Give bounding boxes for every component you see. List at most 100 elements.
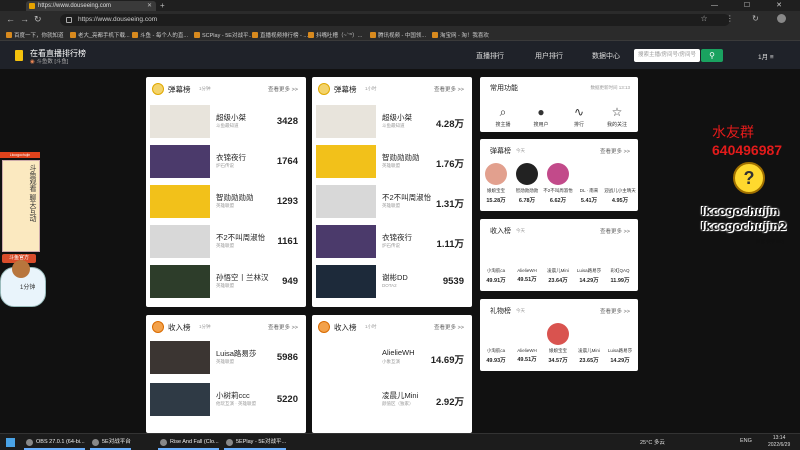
list-item[interactable]: 衣锦夜行 炉石传说 1764: [150, 145, 300, 183]
reload-icon[interactable]: ↻: [34, 14, 42, 25]
stream-thumbnail[interactable]: [316, 383, 376, 416]
list-item[interactable]: 孙悟空丨兰林汉 英雄联盟 949: [150, 265, 300, 303]
stream-thumbnail[interactable]: [316, 185, 376, 218]
taskbar-app[interactable]: 5E对战平台: [90, 435, 131, 450]
avatar[interactable]: [516, 163, 538, 185]
stream-thumbnail[interactable]: [316, 341, 376, 374]
list-item[interactable]: 不2不叫周淑怡 英雄联盟 1161: [150, 225, 300, 263]
view-more-link[interactable]: 查看更多 >>: [268, 85, 298, 93]
avatar[interactable]: [547, 323, 569, 345]
browser-tab[interactable]: https://www.douseeing.com ✕: [26, 1, 156, 11]
list-item[interactable]: 智勋勋勋勋 英雄联盟 1.76万: [316, 145, 466, 183]
ranked-user[interactable]: AlielieWH 49.51万: [511, 323, 543, 363]
ranked-user[interactable]: 智勋勋勋勋 6.78万: [511, 163, 543, 204]
bookmark-item[interactable]: 抖嘴吐槽（~`'^）...: [308, 31, 362, 39]
list-item[interactable]: 智勋勋勋勋 英雄联盟 1293: [150, 185, 300, 223]
view-more-link[interactable]: 查看更多 >>: [268, 323, 298, 331]
bookmark-item[interactable]: 直播视频排行榜 - ...: [252, 31, 308, 39]
bookmark-item[interactable]: SCPlay - 5E对战平...: [194, 31, 253, 39]
ranked-user[interactable]: Luisa路易莎 14.29万: [604, 323, 636, 364]
avatar[interactable]: [485, 323, 507, 345]
streamer-name[interactable]: 小树莉ccc: [216, 390, 250, 401]
stream-thumbnail[interactable]: [150, 383, 210, 416]
my-follows-button[interactable]: ☆ 我的关注: [600, 105, 634, 128]
user-menu[interactable]: 1月 ≡: [758, 51, 774, 61]
bookmark-item[interactable]: 淘宝网 - 淘！我喜欢: [432, 31, 489, 39]
profile-avatar[interactable]: [777, 14, 786, 24]
window-controls[interactable]: — ☐ ✕: [711, 0, 794, 11]
taskbar-app[interactable]: Rise And Fall (Clo...: [158, 435, 219, 450]
avatar[interactable]: [578, 163, 600, 185]
avatar[interactable]: [547, 243, 569, 265]
avatar[interactable]: [485, 163, 507, 185]
bookmark-item[interactable]: 腾讯视频 - 中国领...: [370, 31, 426, 39]
stream-thumbnail[interactable]: [150, 341, 210, 374]
ranked-user[interactable]: 迎战儿小主晴天 4.95万: [604, 163, 636, 204]
streamer-name[interactable]: 谢彬DD: [382, 272, 408, 283]
avatar[interactable]: [516, 243, 538, 265]
stream-thumbnail[interactable]: [316, 145, 376, 178]
close-tab-icon[interactable]: ✕: [147, 1, 152, 11]
site-logo-icon[interactable]: [15, 50, 23, 61]
stream-thumbnail[interactable]: [316, 225, 376, 258]
avatar[interactable]: [609, 243, 631, 265]
system-clock[interactable]: 13:14 2022/6/29: [768, 435, 790, 449]
stream-thumbnail[interactable]: [150, 185, 210, 218]
avatar[interactable]: [578, 323, 600, 345]
streamer-name[interactable]: 孙悟空丨兰林汉: [216, 272, 269, 283]
stream-thumbnail[interactable]: [316, 265, 376, 298]
list-item[interactable]: 谢彬DD DOTA2 9539: [316, 265, 466, 303]
avatar[interactable]: [485, 243, 507, 265]
streamer-name[interactable]: 不2不叫周淑怡: [216, 232, 265, 243]
stream-thumbnail[interactable]: [150, 145, 210, 178]
stream-thumbnail[interactable]: [150, 265, 210, 298]
streamer-name[interactable]: 衣锦夜行: [382, 232, 412, 243]
search-input[interactable]: 搜索主播/房间号/房间号: [634, 49, 700, 62]
ranked-user[interactable]: 不2不叫周淑怡 6.62万: [542, 163, 574, 204]
list-item[interactable]: 小树莉ccc 他玩互演 · 英雄联盟 5220: [150, 383, 300, 421]
streamer-name[interactable]: 衣锦夜行: [216, 152, 246, 163]
nav-user-ranking[interactable]: 用户排行: [535, 51, 563, 61]
taskbar-app[interactable]: 5EPlay - 5E对战平...: [224, 435, 287, 450]
streamer-name[interactable]: 智勋勋勋勋: [382, 152, 420, 163]
taskbar-app[interactable]: OBS 27.0.1 (64-bi...: [24, 435, 85, 450]
view-more-link[interactable]: 查看更多 >>: [600, 147, 630, 155]
list-item[interactable]: 超级小桀 斗鱼最知道 4.28万: [316, 105, 466, 143]
ranking-button[interactable]: ∿ 排行: [562, 105, 596, 128]
avatar[interactable]: [578, 243, 600, 265]
stream-thumbnail[interactable]: [316, 105, 376, 138]
ranked-user[interactable]: 小淘航ca 49.91万: [480, 243, 512, 284]
ranked-user[interactable]: 凌晨儿Mini 23.64万: [542, 243, 574, 284]
avatar[interactable]: [609, 323, 631, 345]
bookmark-item[interactable]: 老大_亮都手机下载...: [70, 31, 130, 39]
ranked-user[interactable]: AlielieWH 49.51万: [511, 243, 543, 283]
search-streamer-button[interactable]: ⌕ 搜主播: [486, 105, 520, 128]
list-item[interactable]: 超级小桀 斗鱼最知道 3428: [150, 105, 300, 143]
forward-icon[interactable]: →: [20, 14, 29, 24]
back-icon[interactable]: ←: [6, 14, 15, 24]
streamer-name[interactable]: 超级小桀: [382, 112, 412, 123]
view-more-link[interactable]: 查看更多 >>: [434, 323, 464, 331]
list-item[interactable]: 衣锦夜行 炉石传说 1.11万: [316, 225, 466, 263]
streamer-name[interactable]: 凌晨儿Mini: [382, 390, 418, 401]
platform-selector[interactable]: ◉ 斗鱼数 [斗鱼]: [30, 57, 68, 65]
ranked-user[interactable]: 娘娘宝宝 15.28万: [480, 163, 512, 204]
avatar[interactable]: [547, 163, 569, 185]
avatar[interactable]: [609, 163, 631, 185]
url-field[interactable]: https://www.douseeing.com: [60, 14, 730, 26]
stream-thumbnail[interactable]: [150, 225, 210, 258]
view-more-link[interactable]: 查看更多 >>: [434, 85, 464, 93]
windows-start-icon[interactable]: [6, 438, 15, 447]
list-item[interactable]: AlielieWH 小象互演 14.69万: [316, 341, 466, 379]
view-more-link[interactable]: 查看更多 >>: [600, 227, 630, 235]
stream-thumbnail[interactable]: [150, 105, 210, 138]
streamer-name[interactable]: 超级小桀: [216, 112, 246, 123]
search-user-button[interactable]: ● 搜用户: [524, 105, 558, 128]
list-item[interactable]: Luisa路易莎 英雄联盟 5986: [150, 341, 300, 379]
ime-indicator[interactable]: ENG: [740, 438, 752, 444]
ranked-user[interactable]: 小淘航ca 49.93万: [480, 323, 512, 364]
streamer-name[interactable]: 不2不叫周淑怡: [382, 192, 431, 203]
ranked-user[interactable]: 彩虹QAQ 11.99万: [604, 243, 636, 284]
bookmark-item[interactable]: 百度一下，你就知道: [6, 31, 64, 39]
streamer-name[interactable]: AlielieWH: [382, 348, 415, 357]
